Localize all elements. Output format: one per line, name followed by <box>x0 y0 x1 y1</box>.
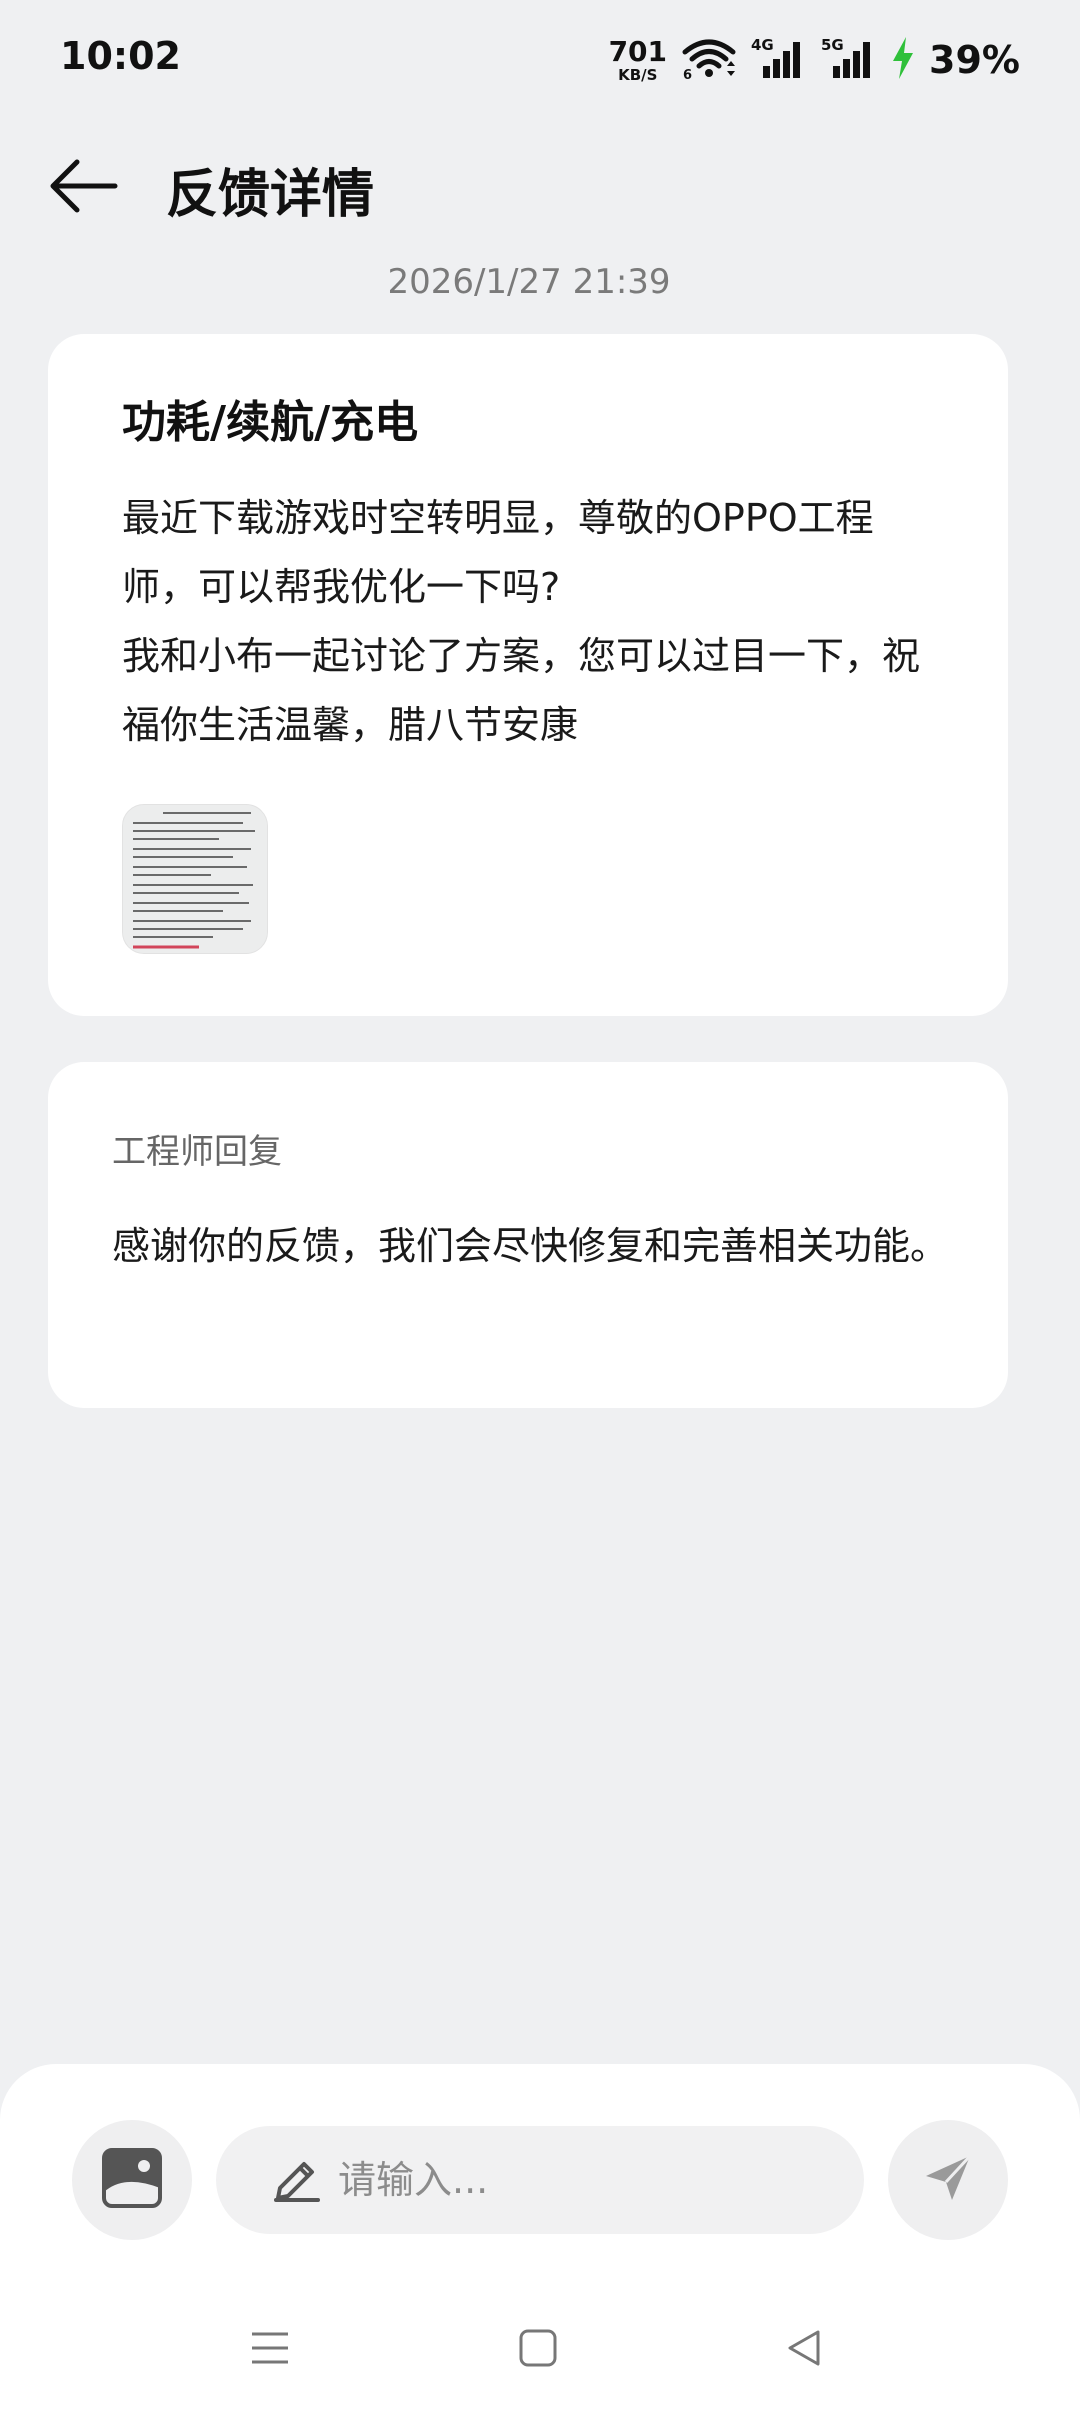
back-triangle-icon <box>784 2328 824 2372</box>
feedback-card: 功耗/续航/充电 最近下载游戏时空转明显，尊敬的OPPO工程师，可以帮我优化一下… <box>48 334 1008 1016</box>
svg-text:5G: 5G <box>821 36 844 54</box>
message-input[interactable] <box>338 2158 838 2202</box>
feedback-attachment-thumbnail[interactable] <box>122 804 268 954</box>
net-speed-unit: KB/S <box>618 65 658 84</box>
feedback-body-line: 我和小布一起讨论了方案，您可以过目一下，祝福你生活温馨，腊八节安康 <box>122 634 921 747</box>
nav-menu-button[interactable] <box>230 2320 310 2380</box>
menu-icon <box>250 2330 290 2370</box>
back-button[interactable] <box>44 148 124 228</box>
arrow-left-icon <box>49 158 119 218</box>
nav-home-button[interactable] <box>498 2320 578 2380</box>
svg-text:4G: 4G <box>751 36 774 54</box>
page-title: 反馈详情 <box>166 165 375 225</box>
feedback-body: 最近下载游戏时空转明显，尊敬的OPPO工程师，可以帮我优化一下吗? 我和小布一起… <box>122 484 942 760</box>
status-bar: 10:02 701 KB/S 6 4G 5G 39% <box>0 0 1080 120</box>
feedback-timestamp: 2026/1/27 21:39 <box>387 262 671 302</box>
status-icons: 701 KB/S 6 4G 5G 39% <box>609 36 1020 84</box>
battery-level: 39% <box>929 38 1020 82</box>
net-speed-value: 701 <box>608 34 668 68</box>
message-input-container[interactable] <box>216 2126 864 2234</box>
signal-5g-icon: 5G <box>821 36 877 84</box>
net-speed: 701 KB/S <box>608 34 668 84</box>
feedback-body-line: 最近下载游戏时空转明显，尊敬的OPPO工程师，可以帮我优化一下吗? <box>122 496 874 609</box>
send-icon <box>920 2150 976 2210</box>
status-time: 10:02 <box>60 34 181 78</box>
system-nav-bar <box>0 2300 1080 2390</box>
feedback-category: 功耗/续航/充电 <box>122 397 419 448</box>
send-button[interactable] <box>888 2120 1008 2240</box>
add-image-button[interactable] <box>72 2120 192 2240</box>
image-icon <box>102 2148 162 2212</box>
pencil-icon <box>272 2154 320 2206</box>
signal-4g-icon: 4G <box>751 36 807 84</box>
reply-label: 工程师回复 <box>112 1132 282 1172</box>
page-header: 反馈详情 <box>0 130 1080 240</box>
home-icon <box>518 2328 558 2372</box>
svg-text:6: 6 <box>683 68 692 80</box>
document-thumbnail <box>123 805 267 953</box>
nav-back-button[interactable] <box>764 2320 844 2380</box>
charging-icon <box>891 37 915 83</box>
wifi-icon: 6 <box>681 36 737 84</box>
engineer-reply-card: 工程师回复 感谢你的反馈，我们会尽快修复和完善相关功能。 <box>48 1062 1008 1408</box>
reply-body: 感谢你的反馈，我们会尽快修复和完善相关功能。 <box>112 1224 949 1268</box>
feedback-detail-screen: 10:02 701 KB/S 6 4G 5G 39% 反馈详情 2026/1/2… <box>0 0 1080 2412</box>
